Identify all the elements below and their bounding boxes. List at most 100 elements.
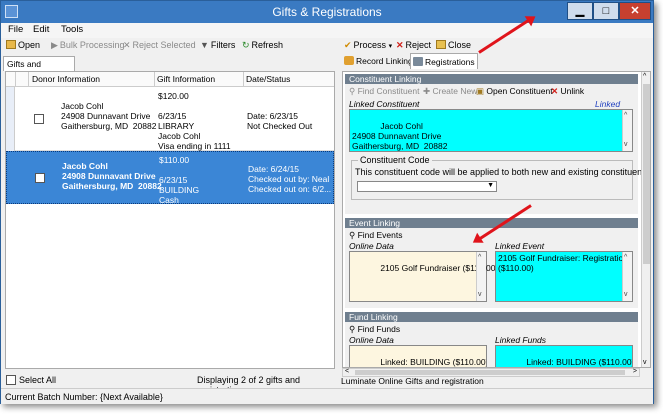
constituent-code-description: This constituent code will be applied to… [355,167,651,177]
scroll-right-icon[interactable]: > [633,368,637,375]
close-button[interactable]: ✕ [619,2,651,20]
menu-tools[interactable]: Tools [61,24,83,35]
tab-gifts-and-registrations[interactable]: Gifts and registrations (2) [3,56,75,79]
play-icon: ▶ [51,40,58,50]
online-event-box[interactable]: 2105 Golf Fundraiser ($110.00) ^ v [349,251,498,302]
process-button[interactable]: ✔ Process ▾ [344,40,392,51]
linked-funds-label: Linked Funds [495,335,547,345]
unlink-button[interactable]: ✕ Unlink [551,86,584,97]
panel-vertical-scrollbar[interactable]: ^ v [641,72,650,367]
row-selector[interactable] [6,87,15,151]
right-footer-text: Luminate Online Gifts and registration [341,376,484,386]
online-fund-box[interactable]: Linked: BUILDING ($110.00) [349,345,487,367]
open-constituent-button[interactable]: ▣ Open Constituent [476,86,553,97]
select-all-checkbox[interactable] [6,375,16,385]
find-funds-button[interactable]: ⚲ Find Funds [349,324,400,335]
fund-linking-header: Fund Linking [345,312,638,322]
tab-record-linking[interactable]: Record Linking [342,53,415,69]
window-title: Gifts & Registrations [272,5,382,19]
refresh-icon: ↻ [242,40,250,50]
open-constituent-label: Open Constituent [486,86,553,96]
create-new-button[interactable]: ✚ Create New [423,86,477,97]
row-checkbox[interactable] [34,114,44,124]
linked-constituent-box[interactable]: Jacob Cohl 24908 Dunnavant Drive Gaither… [349,109,633,152]
linked-event-box[interactable]: 2105 Golf Fundraiser: Registration fee (… [495,251,633,302]
dropdown-arrow-icon: ▾ [388,43,393,50]
open-button[interactable]: Open [6,40,40,50]
column-donor-information[interactable]: Donor Information [32,74,100,84]
open-label: Open [18,40,41,50]
table-row[interactable]: Jacob Cohl 24908 Dunnavant Drive Gaither… [6,87,334,151]
event-linking-body: ⚲ Find Events Online Data Linked Event 2… [345,228,638,308]
constituent-code-legend: Constituent Code [358,155,432,165]
linked-event-scrollbar[interactable]: ^ v [622,252,632,301]
reject-label: Reject [405,40,432,50]
unlink-label: Unlink [560,86,585,96]
date-status: Date: 6/23/15 Not Checked Out [247,111,313,131]
find-funds-label: Find Funds [357,324,401,334]
find-events-button[interactable]: ⚲ Find Events [349,230,402,241]
scroll-up-icon[interactable]: ^ [643,73,646,80]
tab-registrations[interactable]: Registrations [410,53,478,69]
reject-button[interactable]: ✕ Reject [396,40,431,51]
column-gift-information[interactable]: Gift Information [157,74,215,84]
column-divider [15,72,16,87]
online-data-label: Online Data [349,241,394,251]
find-constituent-button[interactable]: ⚲ Find Constituent [349,86,420,97]
constituent-linking-header: Constituent Linking [345,74,638,84]
left-footer: Select All Displaying 2 of 2 gifts and r… [5,373,335,395]
record-linking-panel: Constituent Linking ⚲ Find Constituent ✚… [342,71,651,368]
online-data-label: Online Data [349,335,394,345]
reject-selected-label: Reject Selected [132,40,196,50]
menu-file[interactable]: File [8,24,23,35]
folder-icon [436,40,446,49]
open-icon: ▣ [476,86,487,96]
column-divider [28,72,29,87]
refresh-label: Refresh [251,40,284,50]
filters-button[interactable]: ▼ Filters [200,40,235,50]
constituent-code-select[interactable]: ▼ [357,181,497,192]
row-checkbox[interactable] [35,173,45,183]
menu-bar: File Edit Tools [1,23,653,38]
dropdown-arrow-icon: ▼ [487,182,494,189]
column-divider [243,72,244,87]
maximize-button[interactable]: □ [593,2,619,20]
batch-number: Current Batch Number: {Next Available} [5,392,163,402]
reject-x-icon: ✕ [396,40,404,50]
table-row-selected[interactable]: Jacob Cohl 24908 Dunnavant Drive Gaither… [6,151,334,205]
bulk-processing-label: Bulk Processing [59,40,125,50]
online-event-scrollbar[interactable]: ^ v [476,252,486,301]
fund-linking-body: ⚲ Find Funds Online Data Linked Funds Li… [345,322,638,367]
linked-event-label: Linked Event [495,241,545,251]
linked-constituent-scrollbar[interactable]: ^ v [622,110,632,151]
scroll-down-icon[interactable]: v [643,359,647,366]
find-icon: ⚲ [349,230,358,240]
scroll-left-icon[interactable]: < [345,368,349,375]
column-divider [154,72,155,87]
refresh-button[interactable]: ↻ Refresh [242,40,283,51]
scroll-thumb[interactable] [643,84,650,264]
linked-status: Linked [595,99,621,109]
close-pane-button[interactable]: Close [436,40,471,50]
column-date-status[interactable]: Date/Status [246,74,290,84]
reject-selected-button[interactable]: ✕ Reject Selected [123,40,196,51]
title-bar[interactable]: Gifts & Registrations ▁ □ ✕ [1,1,653,23]
left-toolbar: Open ▶ Bulk Processing ✕ Reject Selected ▼… [1,38,335,54]
hscroll-thumb[interactable] [355,370,625,375]
gift-info: $110.00 6/23/15 BUILDING Cash [159,155,200,205]
filters-label: Filters [210,40,236,50]
constituent-linking-body: ⚲ Find Constituent ✚ Create New ▣ Open C… [345,84,650,214]
select-all-label[interactable]: Select All [19,375,56,385]
fund-linking-section: Fund Linking ⚲ Find Funds Online Data Li… [345,312,638,367]
linked-constituent-value: Jacob Cohl 24908 Dunnavant Drive Gaither… [352,121,448,151]
minimize-button[interactable]: ▁ [567,2,593,20]
find-constituent-label: Find Constituent [357,86,420,96]
bulk-processing-button[interactable]: ▶ Bulk Processing [51,40,124,51]
application-window: Gifts & Registrations ▁ □ ✕ File Edit To… [0,0,654,404]
linked-fund-box[interactable]: Linked: BUILDING ($110.00) [495,345,633,367]
right-tabs: Record Linking Registrations [338,53,638,69]
record-linking-icon [344,56,354,65]
menu-edit[interactable]: Edit [33,24,49,35]
event-linking-header: Event Linking [345,218,638,228]
process-label: Process [353,40,387,50]
